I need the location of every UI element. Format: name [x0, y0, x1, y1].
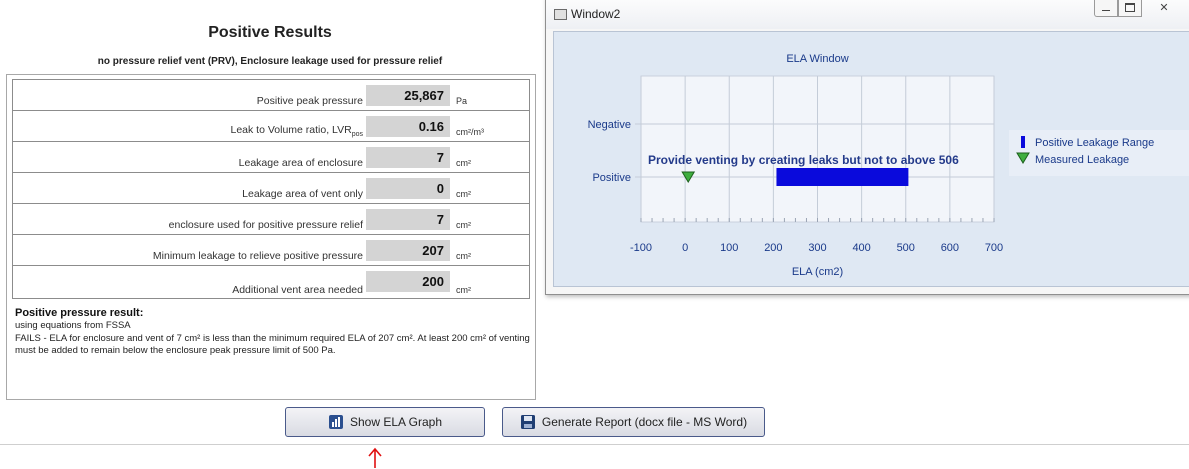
- close-icon: ✕: [1159, 2, 1169, 14]
- row-label: Leak to Volume ratio, LVRpos: [230, 124, 363, 138]
- x-tick-label: 300: [808, 242, 826, 254]
- row-value: 207: [366, 240, 450, 261]
- window2-titlebar[interactable]: Window2 ✕: [546, 0, 1189, 29]
- row-label-main: Leak to Volume ratio, LVR: [230, 123, 352, 136]
- window-icon: [554, 9, 567, 20]
- row-label: Leakage area of vent only: [242, 188, 363, 200]
- close-button[interactable]: ✕: [1142, 0, 1186, 17]
- results-subtitle: no pressure relief vent (PRV), Enclosure…: [97, 56, 443, 67]
- chart-title: ELA Window: [786, 53, 848, 65]
- row-label: Minimum leakage to relieve positive pres…: [152, 250, 363, 262]
- window2-title: Window2: [571, 7, 621, 21]
- row-leakage-area-vent: Leakage area of vent only 0 cm²: [13, 173, 529, 204]
- row-leakage-area-enclosure: Leakage area of enclosure 7 cm²: [13, 142, 529, 173]
- legend-marker-label: Measured Leakage: [1035, 154, 1129, 166]
- row-unit: cm²: [456, 251, 471, 261]
- generate-report-button[interactable]: Generate Report (docx file - MS Word): [502, 407, 765, 437]
- row-value: 0: [366, 178, 450, 199]
- row-label: enclosure used for positive pressure rel…: [168, 219, 363, 231]
- row-label-sub: pos: [351, 131, 363, 138]
- result-summary: Positive pressure result: using equation…: [15, 307, 530, 358]
- row-unit: cm²: [456, 189, 471, 199]
- x-axis-label: ELA (cm2): [792, 266, 843, 278]
- result-heading: Positive pressure result:: [15, 307, 144, 319]
- x-tick-label: 0: [682, 242, 688, 254]
- chart-annotation: Provide venting by creating leaks but no…: [648, 153, 959, 167]
- row-minimum-leakage: Minimum leakage to relieve positive pres…: [13, 235, 529, 266]
- generate-report-label: Generate Report (docx file - MS Word): [541, 415, 748, 429]
- y-category-label: Positive: [592, 172, 631, 184]
- row-label: Positive peak pressure: [256, 95, 363, 107]
- x-tick-label: 400: [852, 242, 870, 254]
- row-label: Leakage area of enclosure: [238, 157, 363, 169]
- row-unit: cm²: [456, 158, 471, 168]
- show-ela-graph-button[interactable]: Show ELA Graph: [285, 407, 485, 437]
- row-value: 25,867: [366, 85, 450, 106]
- row-unit: cm²: [456, 285, 471, 295]
- minimize-button[interactable]: [1094, 0, 1118, 17]
- x-tick-label: -100: [630, 242, 652, 254]
- row-enclosure-relief: enclosure used for positive pressure rel…: [13, 204, 529, 235]
- results-table: Positive peak pressure 25,867 Pa Leak to…: [12, 79, 530, 299]
- floppy-disk-icon: [520, 414, 536, 430]
- y-category-label: Negative: [588, 119, 631, 131]
- window2: Window2 ✕ ELA Window -100 0 100 200 300 400 500…: [545, 0, 1189, 295]
- x-tick-label: 700: [985, 242, 1003, 254]
- divider: [0, 444, 1189, 445]
- row-value: 7: [366, 147, 450, 168]
- ela-chart: ELA Window -100 0 100 200 300 400 500 600 700 ELA …: [588, 53, 1189, 278]
- result-body: using equations from FSSA FAILS - ELA fo…: [15, 320, 530, 356]
- positive-leakage-range-bar: [776, 168, 909, 186]
- maximize-button[interactable]: [1118, 0, 1142, 17]
- row-unit: cm²/m³: [456, 127, 484, 137]
- row-unit: cm²: [456, 220, 471, 230]
- maximize-icon: [1125, 2, 1135, 12]
- results-panel: Positive peak pressure 25,867 Pa Leak to…: [6, 74, 536, 400]
- x-tick-label: 500: [897, 242, 915, 254]
- bar-chart-icon: [328, 414, 344, 430]
- minimize-icon: [1102, 9, 1110, 11]
- ela-chart-area: ELA Window -100 0 100 200 300 400 500 600 700 ELA …: [553, 31, 1189, 287]
- results-title: Positive Results: [208, 24, 332, 41]
- show-ela-graph-label: Show ELA Graph: [349, 415, 443, 429]
- legend-range-swatch: [1021, 136, 1025, 148]
- row-label: Additional vent area needed: [232, 284, 363, 296]
- row-value: 7: [366, 209, 450, 230]
- x-tick-label: 100: [720, 242, 738, 254]
- x-tick-label: 200: [764, 242, 782, 254]
- row-leak-volume-ratio: Leak to Volume ratio, LVRpos 0.16 cm²/m³: [13, 111, 529, 142]
- row-unit: Pa: [456, 96, 468, 106]
- x-tick-label: 600: [941, 242, 959, 254]
- legend-range-label: Positive Leakage Range: [1035, 137, 1154, 149]
- row-positive-peak-pressure: Positive peak pressure 25,867 Pa: [13, 80, 529, 111]
- red-arrow-annotation: [368, 447, 382, 468]
- row-value: 200: [366, 271, 450, 292]
- row-additional-vent-area: Additional vent area needed 200 cm²: [13, 266, 529, 299]
- row-value: 0.16: [366, 116, 450, 137]
